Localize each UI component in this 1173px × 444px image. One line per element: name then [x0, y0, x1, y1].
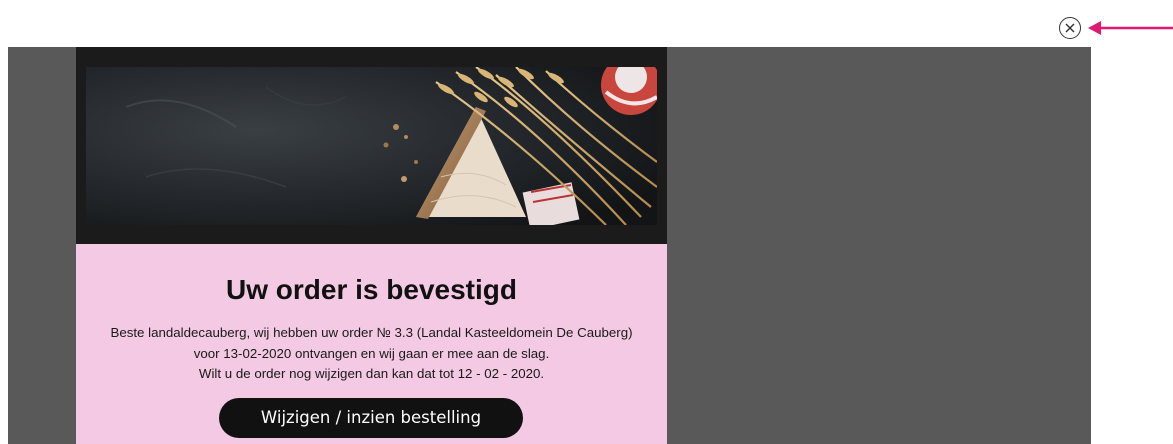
close-icon: [1065, 23, 1075, 33]
confirmation-message: Beste landaldecauberg, wij hebben uw ord…: [76, 323, 667, 385]
close-button[interactable]: [1059, 17, 1081, 39]
top-bar: [0, 0, 1173, 47]
email-preview: Uw order is bevestigd Beste landaldecaub…: [76, 47, 667, 444]
scrollbar-gutter: [1091, 47, 1173, 444]
edit-order-button[interactable]: Wijzigen / inzien bestelling: [219, 398, 523, 438]
message-line: Beste landaldecauberg, wij hebben uw ord…: [110, 325, 633, 340]
message-line: Wilt u de order nog wijzigen dan kan dat…: [198, 366, 545, 381]
page-title: Uw order is bevestigd: [226, 274, 517, 305]
confirmation-panel: Uw order is bevestigd Beste landaldecaub…: [76, 244, 667, 444]
arrow-left-icon: [1088, 21, 1173, 35]
message-line: voor 13-02-2020 ontvangen en wij gaan er…: [193, 345, 550, 361]
hero-image: [86, 67, 657, 225]
